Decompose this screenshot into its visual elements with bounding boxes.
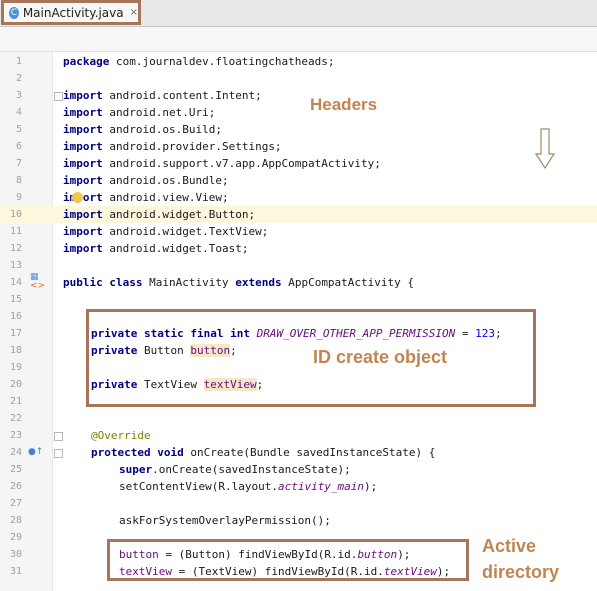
line-number: 7	[15, 158, 22, 169]
line-number: 24	[9, 447, 22, 458]
line-number: 4	[15, 107, 22, 118]
fold-marker-icon[interactable]	[54, 432, 63, 441]
code-line[interactable]: 12 import android.widget.Toast;	[0, 240, 597, 257]
line-number: 2	[15, 73, 22, 84]
code-line[interactable]: 3 import android.content.Intent;	[0, 87, 597, 104]
code-line[interactable]: 23 @Override	[0, 427, 597, 444]
code-line[interactable]: 1 package com.journaldev.floatingchathead…	[0, 53, 597, 70]
code-text[interactable]: import android.support.v7.app.AppCompatA…	[63, 155, 381, 172]
code-line[interactable]: 28 askForSystemOverlayPermission();	[0, 512, 597, 529]
code-text[interactable]: import android.widget.Toast;	[63, 240, 248, 257]
code-text[interactable]: protected void onCreate(Bundle savedInst…	[91, 444, 435, 461]
code-line[interactable]: 9 import android.view.View;	[0, 189, 597, 206]
line-number: 15	[9, 294, 22, 305]
line-number: 10	[9, 209, 22, 220]
line-number: 5	[15, 124, 22, 135]
line-number: 12	[9, 243, 22, 254]
line-number: 29	[9, 532, 22, 543]
active-label: Active	[482, 536, 537, 556]
code-text[interactable]: import android.os.Bundle;	[63, 172, 229, 189]
code-line[interactable]: 22	[0, 410, 597, 427]
line-number: 16	[9, 311, 22, 322]
line-number: 1	[15, 56, 22, 67]
line-number: 9	[15, 192, 22, 203]
directory-label: directory	[482, 562, 560, 582]
close-icon[interactable]: ×	[130, 7, 138, 18]
code-line[interactable]: 6 import android.provider.Settings;	[0, 138, 597, 155]
line-number: 8	[15, 175, 22, 186]
code-line[interactable]: 8 import android.os.Bundle;	[0, 172, 597, 189]
code-text[interactable]: setContentView(R.layout.activity_main);	[119, 478, 377, 495]
code-text[interactable]: import android.provider.Settings;	[63, 138, 282, 155]
line-number: 30	[9, 549, 22, 560]
line-number: 14	[9, 277, 22, 288]
line-number: 11	[9, 226, 22, 237]
headers-label: Headers	[310, 95, 378, 114]
editor-tab-bar: C MainActivity.java ×	[0, 0, 597, 27]
lightbulb-icon[interactable]	[72, 192, 83, 203]
line-number: 3	[15, 90, 22, 101]
android-layout-icon[interactable]: <>	[30, 281, 45, 291]
override-gutter-icon[interactable]: ●↑	[28, 447, 43, 457]
editor-breadcrumb-bar	[0, 27, 597, 52]
code-line[interactable]: 5 import android.os.Build;	[0, 121, 597, 138]
code-line[interactable]: 11 import android.widget.TextView;	[0, 223, 597, 240]
code-text[interactable]: public class MainActivity extends AppCom…	[63, 274, 414, 291]
line-number: 23	[9, 430, 22, 441]
code-line[interactable]: 7 import android.support.v7.app.AppCompat…	[0, 155, 597, 172]
line-number: 22	[9, 413, 22, 424]
fold-marker-icon[interactable]	[54, 449, 63, 458]
tab-filename: MainActivity.java	[22, 5, 124, 20]
line-number: 18	[9, 345, 22, 356]
code-line[interactable]: 25 super.onCreate(savedInstanceState);	[0, 461, 597, 478]
code-text[interactable]: import android.widget.Button;	[63, 206, 255, 223]
class-c-icon: C	[9, 6, 19, 19]
code-text[interactable]: @Override	[91, 427, 151, 444]
code-text[interactable]: import android.os.Build;	[63, 121, 222, 138]
code-text[interactable]: import android.content.Intent;	[63, 87, 262, 104]
id-create-object-label: ID create object	[313, 347, 448, 367]
code-line[interactable]: 10 import android.widget.Button;	[0, 206, 597, 223]
line-number: 26	[9, 481, 22, 492]
code-text[interactable]: import android.net.Uri;	[63, 104, 215, 121]
id-create-object-box	[86, 309, 536, 407]
line-number: 19	[9, 362, 22, 373]
line-number: 20	[9, 379, 22, 390]
code-line[interactable]: 2	[0, 70, 597, 87]
line-number: 6	[15, 141, 22, 152]
code-text[interactable]: package com.journaldev.floatingchatheads…	[63, 53, 335, 70]
line-number: 17	[9, 328, 22, 339]
active-directory-box	[107, 539, 469, 581]
code-line[interactable]: 15	[0, 291, 597, 308]
code-line[interactable]: 24 protected void onCreate(Bundle savedIn…	[0, 444, 597, 461]
line-number: 28	[9, 515, 22, 526]
code-text[interactable]: import android.widget.TextView;	[63, 223, 268, 240]
code-line[interactable]: 13	[0, 257, 597, 274]
line-number: 31	[9, 566, 22, 577]
code-text[interactable]: askForSystemOverlayPermission();	[119, 512, 331, 529]
line-number: 25	[9, 464, 22, 475]
code-text[interactable]: import android.view.View;	[63, 189, 229, 206]
code-text[interactable]: super.onCreate(savedInstanceState);	[119, 461, 351, 478]
tab-mainactivity-java[interactable]: C MainActivity.java ×	[1, 0, 141, 25]
down-arrow-icon	[535, 128, 555, 170]
line-number: 13	[9, 260, 22, 271]
fold-marker-icon[interactable]	[54, 92, 63, 101]
code-line[interactable]: 26 setContentView(R.layout.activity_main)…	[0, 478, 597, 495]
code-line[interactable]: 27	[0, 495, 597, 512]
line-number: 21	[9, 396, 22, 407]
line-number: 27	[9, 498, 22, 509]
code-line[interactable]: 4 import android.net.Uri;	[0, 104, 597, 121]
code-line[interactable]: 14 public class MainActivity extends AppC…	[0, 274, 597, 291]
